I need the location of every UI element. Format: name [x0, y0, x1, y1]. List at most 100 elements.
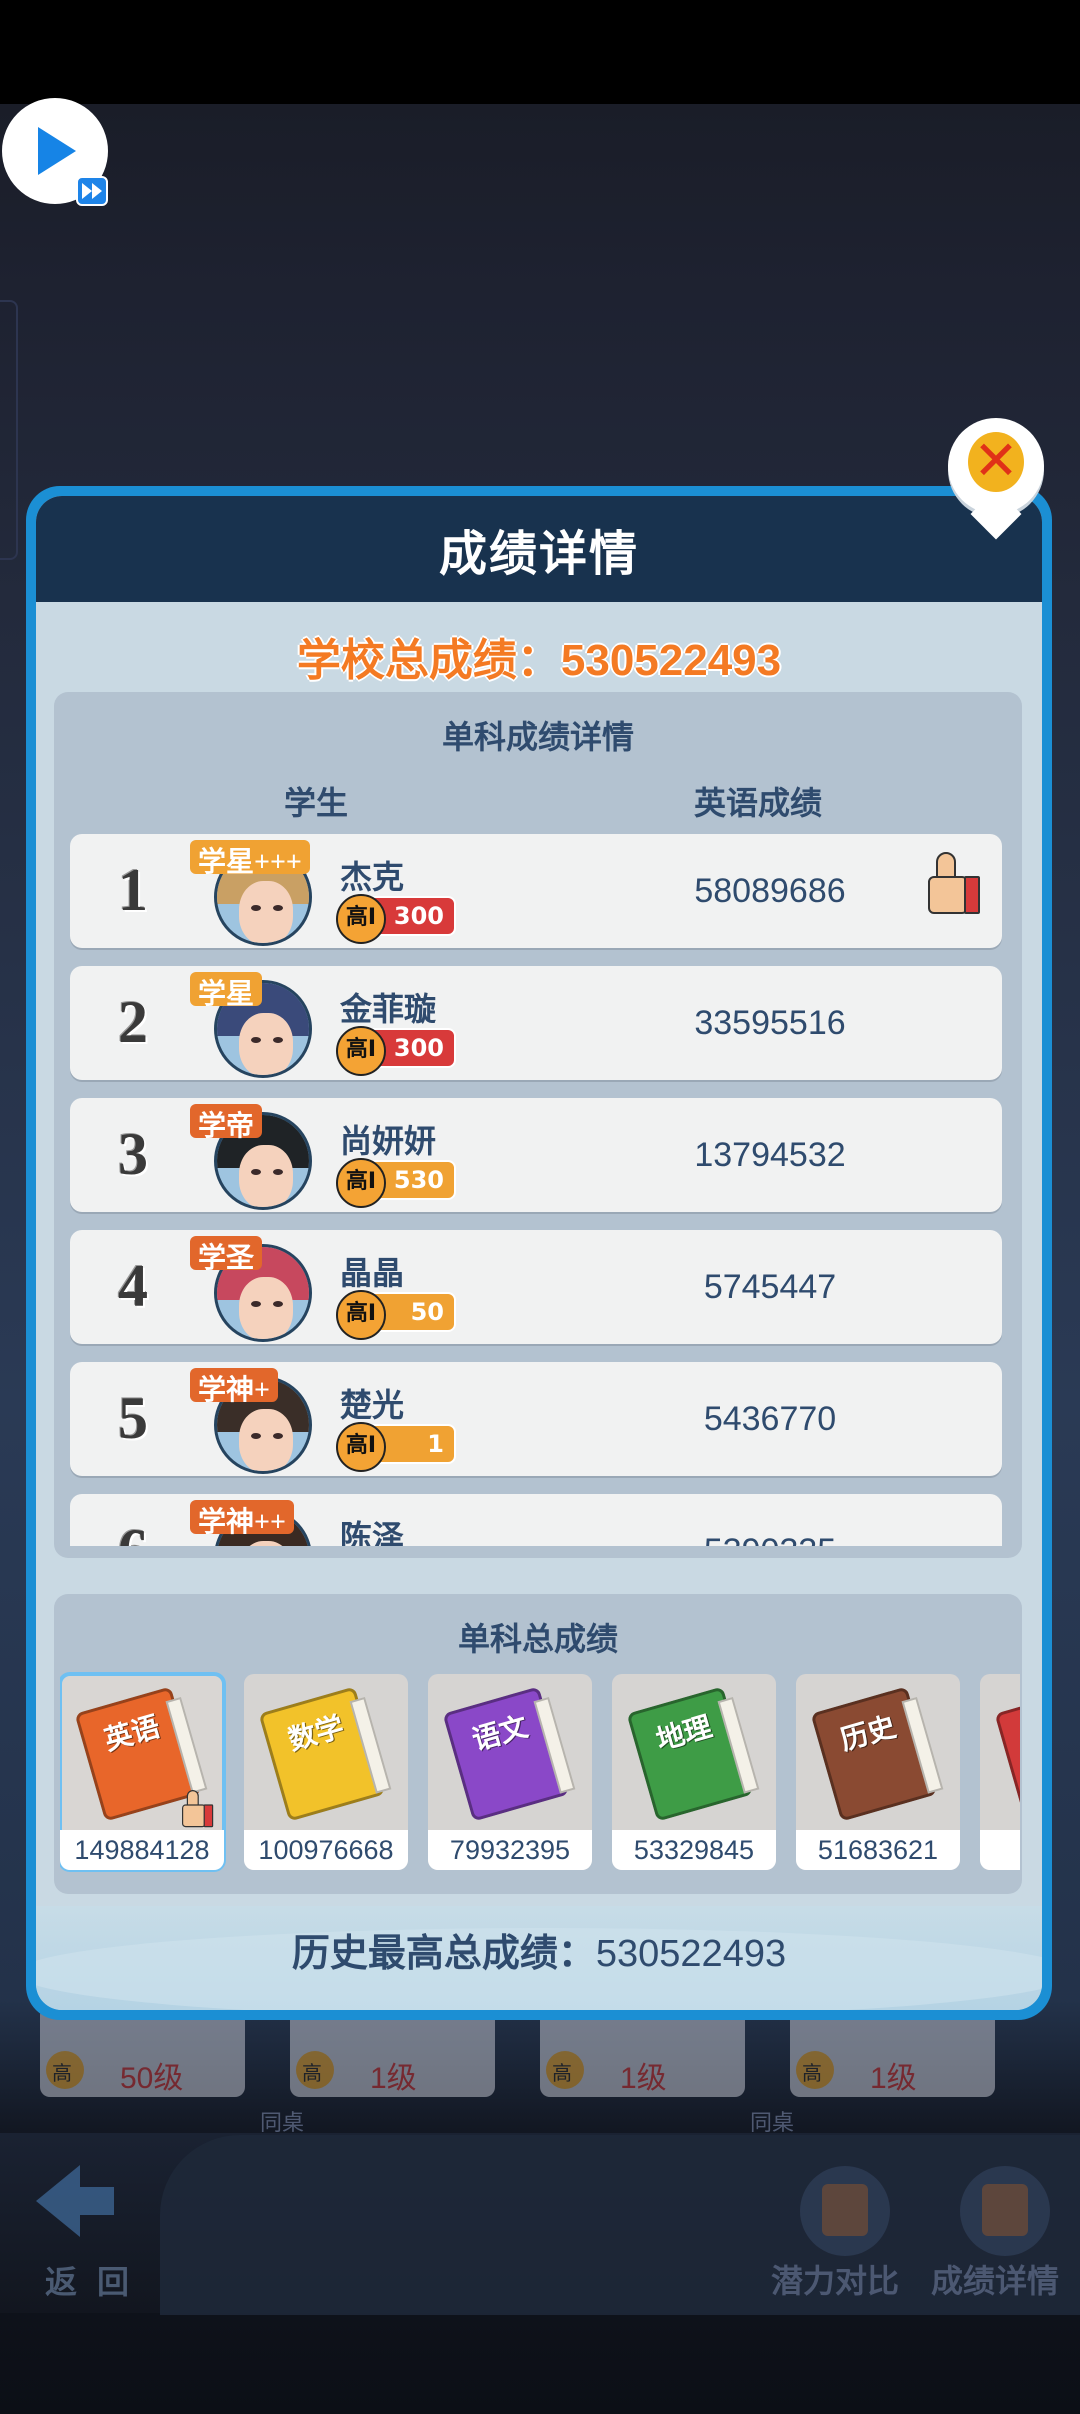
book-icon: 数学	[258, 1686, 386, 1822]
subject-total-value: 4	[980, 1830, 1020, 1870]
score-details-button[interactable]: 成绩详情	[920, 2160, 1070, 2300]
score-details-label: 成绩详情	[930, 2262, 1059, 2300]
subject-book-3[interactable]: 地理 53329845	[612, 1674, 776, 1870]
rank-number: 2	[118, 989, 148, 1055]
ranking-row[interactable]: 5 学神+ 楚光 1 高Ⅰ 5436770	[70, 1362, 1002, 1476]
english-score: 33595516	[694, 1004, 846, 1042]
student-title-badge: 学神++	[190, 1500, 294, 1538]
single-subject-title: 单科成绩详情	[441, 718, 634, 756]
thumbs-up-icon	[182, 1790, 214, 1828]
grade-icon	[46, 2051, 84, 2089]
grade-icon	[296, 2051, 334, 2089]
history-best-value: 530522493	[595, 1933, 787, 1975]
column-header-score: 英语成绩	[694, 784, 823, 822]
subject-total-value: 79932395	[428, 1830, 592, 1870]
subject-totals-title: 单科总成绩	[457, 1620, 618, 1658]
student-title-badge: 学帝	[190, 1104, 263, 1142]
potential-compare-button[interactable]: 潜力对比	[760, 2160, 910, 2300]
student-title-badge: 学圣	[190, 1236, 263, 1274]
background-card-level: 1级	[620, 2062, 667, 2095]
grade-badge: 高Ⅰ	[336, 1290, 386, 1340]
ranking-row[interactable]: 2 学星 金菲璇 300 高Ⅰ 33595516	[70, 966, 1002, 1080]
book-title: 历史	[837, 1711, 900, 1757]
student-name: 金菲璇	[340, 990, 437, 1028]
background-card-level: 50级	[120, 2062, 184, 2095]
history-best: 历史最高总成绩：530522493	[36, 1922, 1042, 1977]
subject-total-value: 53329845	[612, 1830, 776, 1870]
game-screen: 50级 1级 1级 1级 同桌 同桌 返 回 潜力对比 成绩详情 成绩详情 学校…	[0, 0, 1080, 2414]
english-score: 5390335	[630, 1532, 910, 1546]
rank-number: 4	[118, 1253, 148, 1319]
modal-header: 成绩详情	[36, 496, 1042, 602]
book-title: 语文	[469, 1711, 532, 1757]
background-side-panel	[0, 300, 18, 560]
back-label: 返 回	[44, 2264, 135, 2300]
modal-body: 成绩详情 学校总成绩：530522493 单科成绩详情 学生 英语成绩 1 学星…	[36, 496, 1042, 2010]
grade-badge: 高Ⅰ	[336, 1026, 386, 1076]
subject-book-0[interactable]: 英语 149884128	[60, 1672, 226, 1872]
english-score: 58089686	[694, 872, 846, 910]
subject-total-value: 51683621	[796, 1830, 960, 1870]
close-icon: ✕	[968, 432, 1024, 492]
book-title: 数学	[285, 1711, 348, 1757]
column-header-student: 学生	[284, 784, 349, 822]
grade-badge: 高Ⅰ	[336, 894, 386, 944]
grade-icon	[546, 2051, 584, 2089]
status-bar	[0, 0, 1080, 104]
ranking-list[interactable]: 1 学星+++ 杰克 300 高Ⅰ 58089686 2 学星 金菲璇 300 高Ⅰ 33…	[70, 834, 1006, 1546]
english-score: 5745447	[703, 1268, 837, 1306]
fast-forward-icon[interactable]	[76, 176, 108, 206]
background-card-level: 1级	[370, 2062, 417, 2095]
grade-badge: 高Ⅰ	[336, 1158, 386, 1208]
school-total-label: 学校总成绩：	[296, 636, 561, 685]
grade-icon	[796, 2051, 834, 2089]
rank-number: 6	[108, 1516, 158, 1546]
book-title: 地理	[653, 1711, 716, 1757]
book-icon: 语文	[442, 1686, 570, 1822]
back-button[interactable]: 返 回	[30, 2165, 150, 2300]
modal-title: 成绩详情	[438, 528, 639, 581]
student-title-badge: 学星	[190, 972, 263, 1010]
thumbs-up-icon[interactable]	[928, 852, 980, 914]
book-icon: 地理	[626, 1686, 754, 1822]
single-subject-panel: 单科成绩详情 学生 英语成绩 1 学星+++ 杰克 300 高Ⅰ 58089686 2…	[54, 692, 1022, 1558]
book-title: 英语	[101, 1711, 164, 1757]
subject-book-2[interactable]: 语文 79932395	[428, 1674, 592, 1870]
book-icon: 历史	[810, 1686, 938, 1822]
close-button[interactable]: ✕	[948, 418, 1044, 514]
subject-totals-panel: 单科总成绩 英语 149884128 数学 100976668 语文 79932…	[54, 1594, 1022, 1894]
potential-compare-label: 潜力对比	[770, 2262, 899, 2300]
background-labels: 同桌 同桌	[160, 2105, 920, 2136]
student-name: 陈泽	[340, 1518, 405, 1546]
ranking-row[interactable]: 4 学圣 晶晶 50 高Ⅰ 5745447	[70, 1230, 1002, 1344]
background-card-level: 1级	[870, 2062, 917, 2095]
clipboard-icon	[960, 2166, 1050, 2256]
subject-book-4[interactable]: 历史 51683621	[796, 1674, 960, 1870]
chart-icon	[800, 2166, 890, 2256]
rank-number: 1	[118, 857, 148, 923]
book-icon	[994, 1686, 1020, 1822]
english-score: 5436770	[703, 1400, 837, 1438]
student-name: 楚光	[340, 1386, 405, 1424]
ranking-row[interactable]: 1 学星+++ 杰克 300 高Ⅰ 58089686	[70, 834, 1002, 948]
english-score: 13794532	[694, 1136, 846, 1174]
subject-book-1[interactable]: 数学 100976668	[244, 1674, 408, 1870]
play-icon	[38, 127, 76, 175]
score-details-modal: 成绩详情 学校总成绩：530522493 单科成绩详情 学生 英语成绩 1 学星…	[26, 486, 1052, 2020]
subject-book-5[interactable]: 4	[980, 1674, 1020, 1870]
rank-number: 3	[118, 1121, 148, 1187]
rank-number: 5	[118, 1385, 148, 1451]
student-title-badge: 学神+	[190, 1368, 278, 1406]
background-student-cards: 50级 1级 1级 1级	[40, 2005, 1040, 2105]
ranking-row[interactable]: 6 学神++ 陈泽 5390335	[70, 1494, 1002, 1546]
student-name: 杰克	[340, 858, 405, 896]
subject-book-list[interactable]: 英语 149884128 数学 100976668 语文 79932395 地理…	[60, 1670, 1020, 1880]
grade-badge: 高Ⅰ	[336, 1422, 386, 1472]
back-arrow-icon	[36, 2165, 114, 2237]
history-best-label: 历史最高总成绩：	[291, 1931, 596, 1975]
school-total-value: 530522493	[560, 636, 782, 685]
subject-total-value: 100976668	[244, 1830, 408, 1870]
ranking-row[interactable]: 3 学帝 尚妍妍 530 高Ⅰ 13794532	[70, 1098, 1002, 1212]
school-total: 学校总成绩：530522493	[36, 624, 1042, 688]
student-name: 晶晶	[340, 1254, 405, 1292]
